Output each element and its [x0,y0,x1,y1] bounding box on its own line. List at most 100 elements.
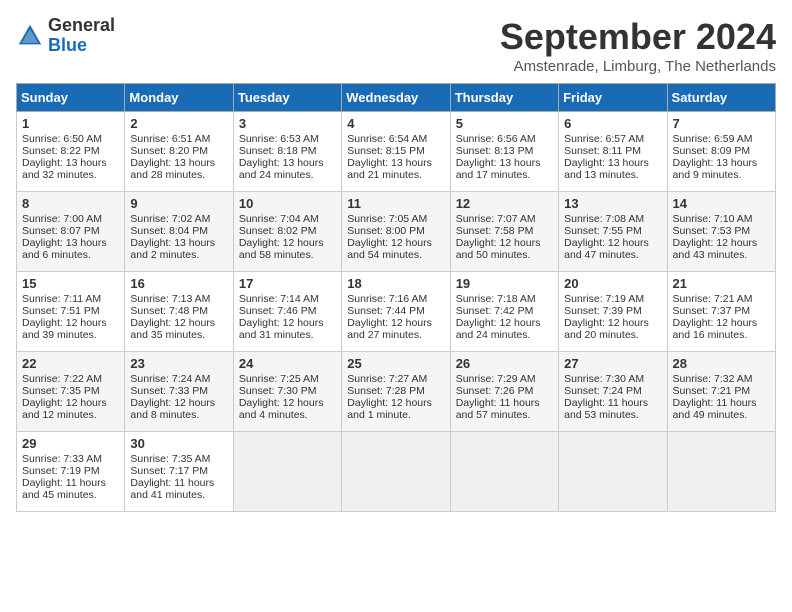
day-info: and 27 minutes. [347,329,444,341]
title-block: September 2024 Amstenrade, Limburg, The … [500,16,776,75]
week-row-0: 1Sunrise: 6:50 AMSunset: 8:22 PMDaylight… [17,112,776,192]
calendar-cell: 16Sunrise: 7:13 AMSunset: 7:48 PMDayligh… [125,272,233,352]
day-info: Daylight: 12 hours [22,397,119,409]
day-number: 30 [130,436,227,451]
calendar-cell: 17Sunrise: 7:14 AMSunset: 7:46 PMDayligh… [233,272,341,352]
day-info: and 45 minutes. [22,489,119,501]
day-info: and 21 minutes. [347,169,444,181]
day-info: Daylight: 13 hours [22,157,119,169]
day-info: and 13 minutes. [564,169,661,181]
day-info: and 43 minutes. [673,249,770,261]
day-info: and 9 minutes. [673,169,770,181]
calendar-cell [667,432,775,512]
day-number: 4 [347,116,444,131]
day-info: Sunrise: 7:00 AM [22,213,119,225]
day-info: Sunrise: 7:07 AM [456,213,553,225]
day-info: Sunset: 8:11 PM [564,145,661,157]
day-info: Sunset: 8:22 PM [22,145,119,157]
day-number: 12 [456,196,553,211]
day-info: Daylight: 12 hours [564,317,661,329]
calendar-cell [559,432,667,512]
day-info: Daylight: 12 hours [564,237,661,249]
day-number: 25 [347,356,444,371]
day-info: Sunset: 7:35 PM [22,385,119,397]
day-info: and 12 minutes. [22,409,119,421]
day-info: Daylight: 12 hours [130,317,227,329]
day-info: Daylight: 13 hours [130,237,227,249]
day-info: Sunset: 8:13 PM [456,145,553,157]
calendar-header: SundayMondayTuesdayWednesdayThursdayFrid… [17,84,776,112]
day-info: Sunset: 8:15 PM [347,145,444,157]
header-day-saturday: Saturday [667,84,775,112]
day-info: Sunset: 8:02 PM [239,225,336,237]
calendar-cell: 14Sunrise: 7:10 AMSunset: 7:53 PMDayligh… [667,192,775,272]
day-info: Sunrise: 7:35 AM [130,453,227,465]
calendar-cell: 10Sunrise: 7:04 AMSunset: 8:02 PMDayligh… [233,192,341,272]
day-info: Sunrise: 7:30 AM [564,373,661,385]
calendar-cell: 27Sunrise: 7:30 AMSunset: 7:24 PMDayligh… [559,352,667,432]
header-day-monday: Monday [125,84,233,112]
day-number: 8 [22,196,119,211]
calendar-cell: 23Sunrise: 7:24 AMSunset: 7:33 PMDayligh… [125,352,233,432]
day-info: Daylight: 13 hours [347,157,444,169]
calendar-cell: 20Sunrise: 7:19 AMSunset: 7:39 PMDayligh… [559,272,667,352]
day-info: Sunrise: 7:24 AM [130,373,227,385]
day-info: and 47 minutes. [564,249,661,261]
calendar-cell: 7Sunrise: 6:59 AMSunset: 8:09 PMDaylight… [667,112,775,192]
calendar-cell: 9Sunrise: 7:02 AMSunset: 8:04 PMDaylight… [125,192,233,272]
day-info: and 24 minutes. [239,169,336,181]
day-info: Sunrise: 7:27 AM [347,373,444,385]
day-info: and 49 minutes. [673,409,770,421]
logo: General Blue [16,16,115,56]
calendar-body: 1Sunrise: 6:50 AMSunset: 8:22 PMDaylight… [17,112,776,512]
day-info: and 17 minutes. [456,169,553,181]
day-info: and 31 minutes. [239,329,336,341]
logo-icon [16,22,44,50]
day-info: Sunset: 8:09 PM [673,145,770,157]
day-info: and 50 minutes. [456,249,553,261]
calendar-cell: 24Sunrise: 7:25 AMSunset: 7:30 PMDayligh… [233,352,341,432]
day-info: Daylight: 12 hours [22,317,119,329]
calendar-cell: 12Sunrise: 7:07 AMSunset: 7:58 PMDayligh… [450,192,558,272]
day-info: Sunset: 7:26 PM [456,385,553,397]
day-info: Sunset: 8:07 PM [22,225,119,237]
day-info: Daylight: 13 hours [239,157,336,169]
day-info: Daylight: 13 hours [130,157,227,169]
calendar-cell: 6Sunrise: 6:57 AMSunset: 8:11 PMDaylight… [559,112,667,192]
calendar-cell: 30Sunrise: 7:35 AMSunset: 7:17 PMDayligh… [125,432,233,512]
day-info: Sunset: 7:39 PM [564,305,661,317]
day-info: Daylight: 13 hours [22,237,119,249]
calendar-cell: 1Sunrise: 6:50 AMSunset: 8:22 PMDaylight… [17,112,125,192]
day-info: Sunrise: 6:56 AM [456,133,553,145]
day-info: Sunrise: 6:57 AM [564,133,661,145]
day-info: Daylight: 12 hours [673,317,770,329]
day-number: 26 [456,356,553,371]
calendar-cell: 18Sunrise: 7:16 AMSunset: 7:44 PMDayligh… [342,272,450,352]
day-info: Sunset: 7:19 PM [22,465,119,477]
calendar-cell: 2Sunrise: 6:51 AMSunset: 8:20 PMDaylight… [125,112,233,192]
day-info: and 41 minutes. [130,489,227,501]
day-info: Daylight: 12 hours [347,397,444,409]
day-number: 28 [673,356,770,371]
day-info: Sunrise: 7:14 AM [239,293,336,305]
day-info: Sunrise: 7:13 AM [130,293,227,305]
day-info: and 58 minutes. [239,249,336,261]
header-day-wednesday: Wednesday [342,84,450,112]
day-number: 7 [673,116,770,131]
day-number: 9 [130,196,227,211]
day-info: Sunrise: 6:50 AM [22,133,119,145]
day-info: Sunset: 7:42 PM [456,305,553,317]
calendar-cell: 21Sunrise: 7:21 AMSunset: 7:37 PMDayligh… [667,272,775,352]
week-row-1: 8Sunrise: 7:00 AMSunset: 8:07 PMDaylight… [17,192,776,272]
day-number: 17 [239,276,336,291]
day-info: Daylight: 12 hours [673,237,770,249]
day-info: Sunrise: 7:05 AM [347,213,444,225]
calendar-cell: 4Sunrise: 6:54 AMSunset: 8:15 PMDaylight… [342,112,450,192]
day-number: 16 [130,276,227,291]
month-title: September 2024 [500,16,776,58]
calendar-cell: 15Sunrise: 7:11 AMSunset: 7:51 PMDayligh… [17,272,125,352]
day-info: Sunrise: 7:33 AM [22,453,119,465]
day-info: Sunrise: 7:25 AM [239,373,336,385]
day-info: Sunrise: 7:21 AM [673,293,770,305]
calendar-cell [450,432,558,512]
